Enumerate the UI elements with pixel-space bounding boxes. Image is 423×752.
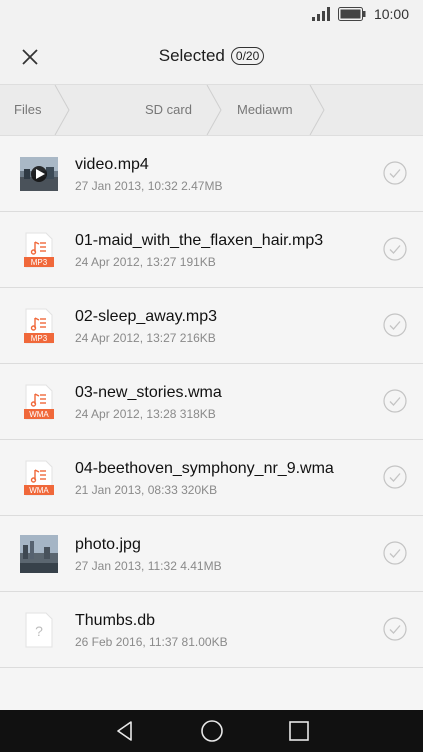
select-checkbox-icon[interactable] bbox=[383, 237, 407, 261]
file-type-badge: WMA bbox=[29, 410, 49, 419]
breadcrumb-separator-icon bbox=[309, 85, 325, 135]
file-list: video.mp4 27 Jan 2013, 10:32 2.47MB MP3 … bbox=[0, 136, 423, 668]
audio-file-icon: MP3 bbox=[24, 308, 54, 344]
selection-title: Selected 0/20 bbox=[0, 46, 423, 66]
breadcrumb-item-mediawm[interactable]: Mediawm bbox=[237, 85, 293, 135]
audio-file-icon: WMA bbox=[24, 384, 54, 420]
file-meta: 24 Apr 2012, 13:27 216KB bbox=[75, 331, 216, 345]
battery-icon bbox=[337, 7, 366, 21]
signal-icon bbox=[311, 7, 330, 21]
file-row[interactable]: WMA 03-new_stories.wma 24 Apr 2012, 13:2… bbox=[0, 364, 423, 440]
file-meta: 21 Jan 2013, 08:33 320KB bbox=[75, 483, 218, 497]
file-name: 02-sleep_away.mp3 bbox=[75, 308, 218, 325]
select-checkbox-icon[interactable] bbox=[383, 541, 407, 565]
image-thumbnail-icon bbox=[20, 535, 58, 573]
file-meta: 27 Jan 2013, 10:32 2.47MB bbox=[75, 179, 223, 193]
select-checkbox-icon[interactable] bbox=[383, 313, 407, 337]
audio-file-icon: MP3 bbox=[24, 232, 54, 268]
select-checkbox-icon[interactable] bbox=[383, 617, 407, 641]
file-name: video.mp4 bbox=[75, 156, 149, 173]
breadcrumb: Files SD card Mediawm bbox=[0, 84, 423, 136]
file-type-badge: MP3 bbox=[31, 334, 48, 343]
recents-icon[interactable] bbox=[288, 720, 310, 742]
breadcrumb-item-sd-card[interactable]: SD card bbox=[145, 85, 192, 135]
system-nav-bar bbox=[0, 710, 423, 752]
file-meta: 26 Feb 2016, 11:37 81.00KB bbox=[75, 635, 228, 649]
file-row[interactable]: MP3 01-maid_with_the_flaxen_hair.mp3 24 … bbox=[0, 212, 423, 288]
file-row[interactable]: photo.jpg 27 Jan 2013, 11:32 4.41MB bbox=[0, 516, 423, 592]
file-row[interactable]: MP3 02-sleep_away.mp3 24 Apr 2012, 13:27… bbox=[0, 288, 423, 364]
file-name: photo.jpg bbox=[75, 536, 141, 553]
file-type-badge: MP3 bbox=[31, 258, 48, 267]
action-bar: Selected 0/20 bbox=[0, 30, 423, 84]
select-checkbox-icon[interactable] bbox=[383, 465, 407, 489]
file-name: Thumbs.db bbox=[75, 612, 156, 629]
file-row[interactable]: ? Thumbs.db 26 Feb 2016, 11:37 81.00KB bbox=[0, 592, 423, 668]
page-title: Selected bbox=[158, 46, 225, 65]
file-name: 03-new_stories.wma bbox=[75, 384, 222, 401]
file-row[interactable]: video.mp4 27 Jan 2013, 10:32 2.47MB bbox=[0, 136, 423, 212]
breadcrumb-item-files[interactable]: Files bbox=[14, 85, 41, 135]
file-meta: 27 Jan 2013, 11:32 4.41MB bbox=[75, 559, 222, 573]
file-name: 04-beethoven_symphony_nr_9.wma bbox=[75, 460, 334, 477]
selection-count-badge: 0/20 bbox=[230, 47, 265, 65]
status-bar: 10:00 bbox=[0, 0, 423, 30]
video-thumbnail-icon bbox=[20, 157, 58, 191]
breadcrumb-separator-icon bbox=[54, 85, 70, 135]
select-checkbox-icon[interactable] bbox=[383, 161, 407, 185]
home-icon[interactable] bbox=[200, 719, 224, 743]
svg-text:?: ? bbox=[35, 623, 43, 639]
file-name: 01-maid_with_the_flaxen_hair.mp3 bbox=[75, 232, 324, 249]
file-meta: 24 Apr 2012, 13:27 191KB bbox=[75, 255, 216, 269]
breadcrumb-separator-icon bbox=[206, 85, 222, 135]
back-icon[interactable] bbox=[114, 720, 136, 742]
status-time: 10:00 bbox=[373, 6, 409, 22]
file-row[interactable]: WMA 04-beethoven_symphony_nr_9.wma 21 Ja… bbox=[0, 440, 423, 516]
select-checkbox-icon[interactable] bbox=[383, 389, 407, 413]
file-meta: 24 Apr 2012, 13:28 318KB bbox=[75, 407, 216, 421]
audio-file-icon: WMA bbox=[24, 460, 54, 496]
unknown-file-icon: ? bbox=[25, 612, 53, 648]
file-type-badge: WMA bbox=[29, 486, 49, 495]
